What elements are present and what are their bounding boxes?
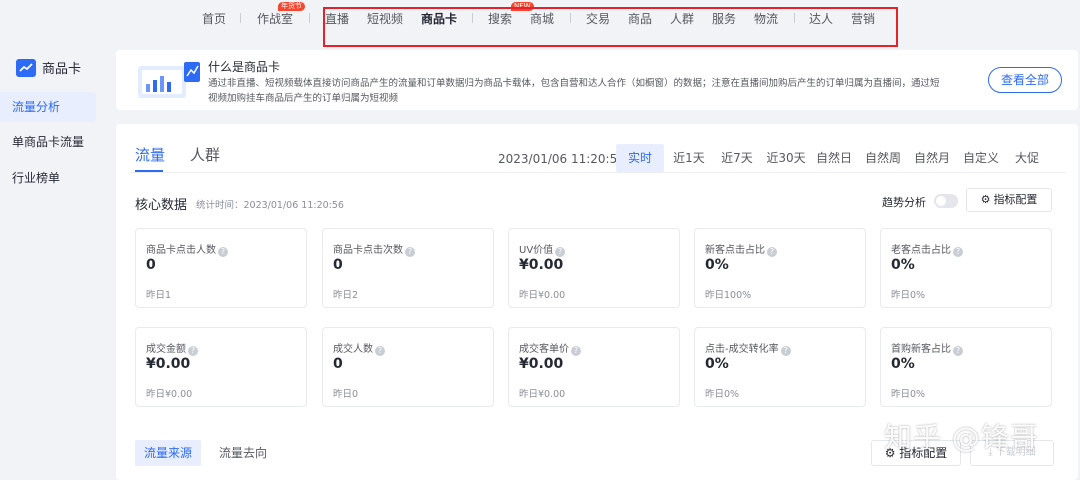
- range-30-days[interactable]: 近30天: [764, 144, 808, 172]
- range-7-days[interactable]: 近7天: [716, 144, 758, 172]
- metric-yesterday: 昨日0%: [891, 389, 926, 400]
- metric-config-button[interactable]: ⚙ 指标配置: [966, 188, 1052, 212]
- metric-config-label: 指标配置: [993, 193, 1038, 206]
- metric-value: 0%: [705, 257, 729, 273]
- view-all-button[interactable]: 查看全部: [988, 67, 1062, 93]
- subtab-traffic-source[interactable]: 流量来源: [135, 440, 202, 466]
- metric-value: 0: [333, 356, 343, 372]
- metric-value: ¥0.00: [519, 356, 564, 372]
- sidebar-header: 商品卡: [16, 58, 81, 77]
- nav-highlight-box: [323, 7, 898, 47]
- war-room-badge: 年货节: [278, 2, 305, 11]
- metric-card[interactable]: 点击-成交转化率? 0% 昨日0%: [694, 327, 866, 407]
- trend-analysis-toggle[interactable]: [934, 194, 958, 208]
- metric-label: 商品卡点击次数?: [333, 241, 415, 257]
- help-icon[interactable]: ?: [767, 247, 777, 257]
- metric-label: 商品卡点击人数?: [146, 241, 228, 257]
- metric-card[interactable]: 商品卡点击次数? 0 昨日2: [322, 228, 494, 308]
- trend-chart-icon: [16, 58, 36, 77]
- metric-card[interactable]: 商品卡点击人数? 0 昨日1: [135, 228, 307, 308]
- help-icon[interactable]: ?: [405, 247, 415, 257]
- banner-description: 通过非直播、短视频载体直接访问商品产生的流量和订单数据归为商品卡载体，包含自营和…: [208, 78, 940, 104]
- sidebar-item-industry-ranking[interactable]: 行业榜单: [0, 163, 96, 193]
- metric-value: 0: [333, 257, 343, 273]
- nav-home[interactable]: 首页: [202, 10, 226, 27]
- range-promotion[interactable]: 大促: [1011, 144, 1043, 172]
- toggle-knob: [936, 196, 946, 206]
- metric-label: 成交客单价?: [519, 340, 581, 356]
- metric-label: 成交金额?: [146, 340, 198, 356]
- sidebar-item-traffic-analysis[interactable]: 流量分析: [0, 92, 96, 122]
- help-icon[interactable]: ?: [953, 346, 963, 356]
- metric-yesterday: 昨日¥0.00: [146, 389, 193, 400]
- sidebar-header-label: 商品卡: [42, 62, 82, 77]
- range-natural-week[interactable]: 自然周: [862, 144, 904, 172]
- metric-value: 0%: [705, 356, 729, 372]
- metric-card[interactable]: 成交人数? 0 昨日0: [322, 327, 494, 407]
- info-banner: 什么是商品卡 通过非直播、短视频载体直接访问商品产生的流量和订单数据归为商品卡载…: [116, 50, 1078, 110]
- help-icon[interactable]: ?: [571, 346, 581, 356]
- sidebar-item-single-card-traffic[interactable]: 单商品卡流量: [0, 127, 96, 157]
- help-icon[interactable]: ?: [375, 346, 385, 356]
- metric-label: 老客点击占比?: [891, 241, 963, 257]
- range-custom[interactable]: 自定义: [960, 144, 1002, 172]
- metric-value: 0%: [891, 356, 915, 372]
- metric-card[interactable]: 成交金额? ¥0.00 昨日¥0.00: [135, 327, 307, 407]
- metric-yesterday: 昨日1: [146, 290, 172, 301]
- watermark: 知乎 @锋哥: [884, 421, 1039, 454]
- current-datetime: 2023/01/06 11:20:56: [498, 152, 625, 166]
- sidebar: 商品卡 流量分析 单商品卡流量 行业榜单: [0, 50, 108, 480]
- banner-title: 什么是商品卡: [208, 60, 281, 74]
- tab-crowd[interactable]: 人群: [190, 144, 220, 165]
- range-natural-month[interactable]: 自然月: [911, 144, 953, 172]
- core-data-title: 核心数据: [135, 198, 188, 213]
- nav-separator: [240, 13, 241, 23]
- nav-separator: [309, 13, 310, 23]
- metric-card[interactable]: 成交客单价? ¥0.00 昨日¥0.00: [508, 327, 680, 407]
- range-natural-day[interactable]: 自然日: [813, 144, 855, 172]
- settings-icon: ⚙: [980, 193, 991, 206]
- metric-value: ¥0.00: [146, 356, 191, 372]
- metric-value: 0%: [891, 257, 915, 273]
- metric-card[interactable]: 首购新客占比? 0% 昨日0%: [880, 327, 1052, 407]
- help-icon[interactable]: ?: [780, 346, 791, 356]
- metric-value: 0: [146, 257, 156, 273]
- subtab-traffic-destination[interactable]: 流量去向: [210, 440, 276, 466]
- metric-yesterday: 昨日0: [333, 389, 359, 400]
- help-icon[interactable]: ?: [555, 247, 566, 257]
- metric-yesterday: 昨日0%: [891, 290, 926, 301]
- metric-label: UV价值?: [519, 241, 566, 257]
- metric-label: 首购新客占比?: [891, 340, 963, 356]
- help-icon[interactable]: ?: [188, 346, 198, 356]
- metric-yesterday: 昨日0%: [705, 389, 740, 400]
- metric-card[interactable]: UV价值? ¥0.00 昨日¥0.00: [508, 228, 680, 308]
- metric-yesterday: 昨日¥0.00: [519, 290, 566, 301]
- metric-label: 点击-成交转化率?: [705, 340, 791, 356]
- trend-analysis-label: 趋势分析: [882, 196, 926, 209]
- metric-value: ¥0.00: [519, 257, 564, 273]
- metric-label: 新客点击占比?: [705, 241, 777, 257]
- help-icon[interactable]: ?: [953, 247, 963, 257]
- tab-divider: [130, 172, 1066, 173]
- core-data-stat-time: 统计时间：2023/01/06 11:20:56: [196, 200, 344, 211]
- metric-yesterday: 昨日2: [333, 290, 359, 301]
- help-icon[interactable]: ?: [218, 247, 228, 257]
- analytics-illustration-icon: [138, 62, 200, 98]
- range-1-day[interactable]: 近1天: [668, 144, 710, 172]
- metric-label: 成交人数?: [333, 340, 385, 356]
- nav-war-room[interactable]: 作战室: [257, 10, 293, 27]
- metric-card[interactable]: 老客点击占比? 0% 昨日0%: [880, 228, 1052, 308]
- metric-card[interactable]: 新客点击占比? 0% 昨日100%: [694, 228, 866, 308]
- tab-traffic[interactable]: 流量: [135, 144, 165, 165]
- range-realtime[interactable]: 实时: [616, 144, 664, 172]
- metric-yesterday: 昨日100%: [705, 290, 752, 301]
- metric-yesterday: 昨日¥0.00: [519, 389, 566, 400]
